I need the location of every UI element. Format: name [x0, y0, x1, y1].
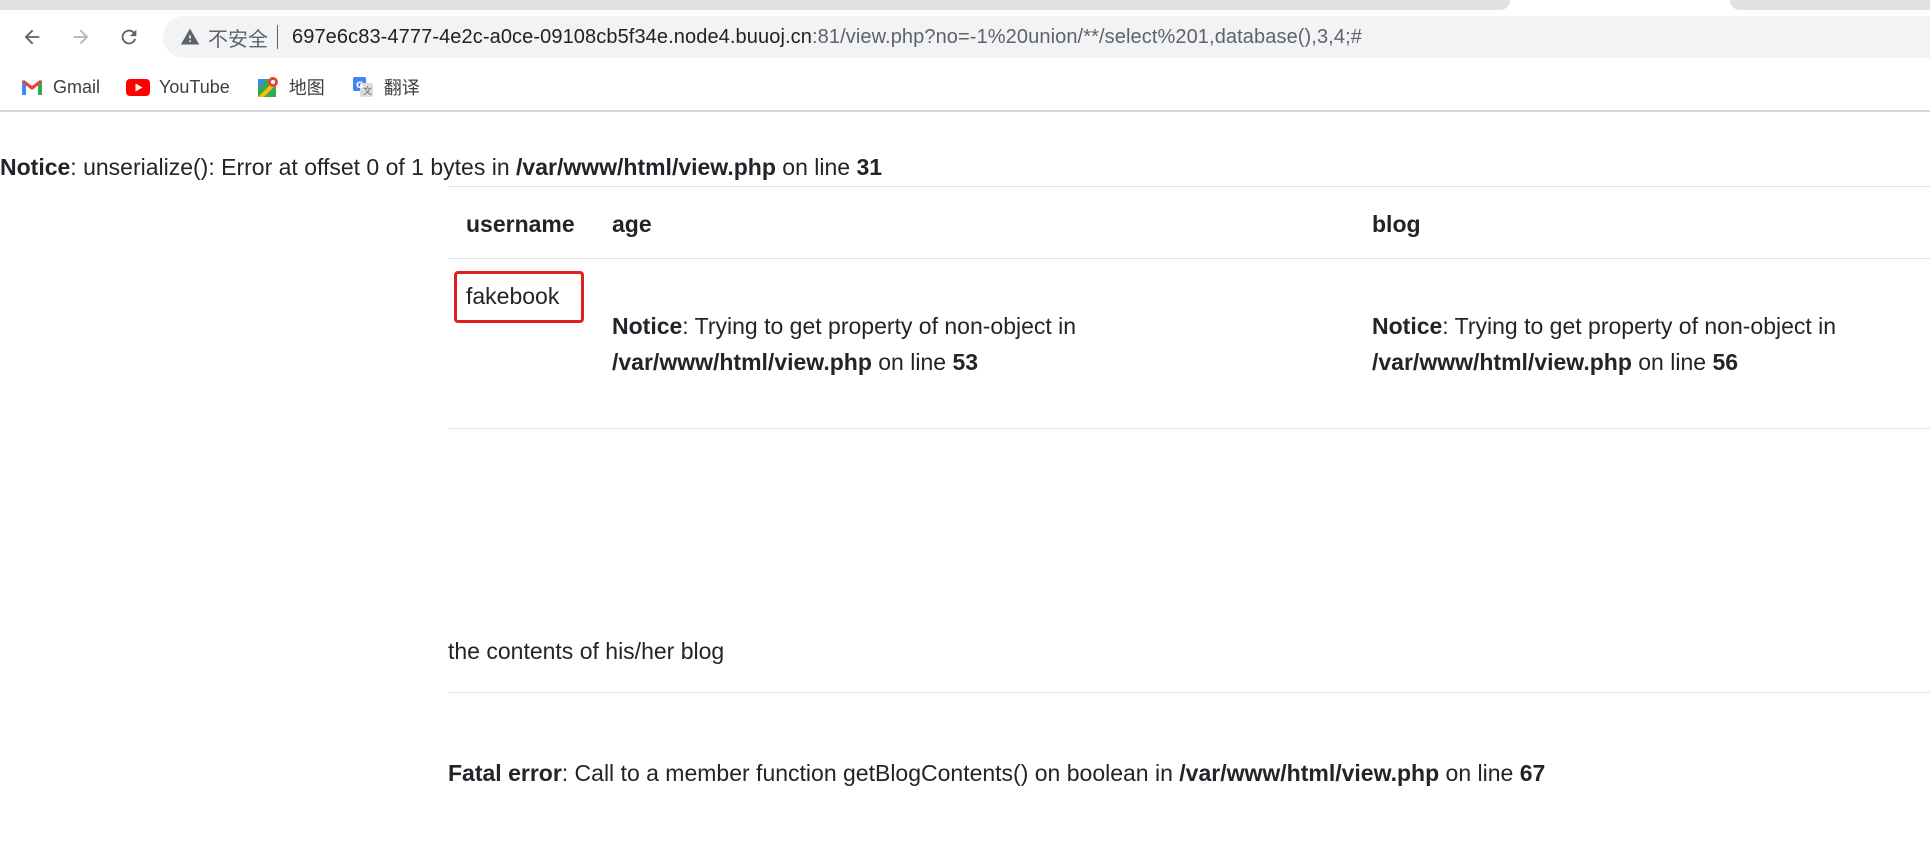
notice-message: : unserialize(): Error at offset 0 of 1 … [70, 154, 517, 180]
browser-toolbar: 不安全 697e6c83-4777-4e2c-a0ce-09108cb5f34e… [0, 10, 1930, 64]
fatal-line: 67 [1519, 760, 1546, 786]
arrow-right-icon [73, 29, 89, 45]
address-bar[interactable]: 不安全 697e6c83-4777-4e2c-a0ce-09108cb5f34e… [163, 16, 1930, 58]
column-header-blog: blog [1372, 211, 1421, 237]
tab-strip [0, 0, 1930, 10]
active-tab-edge[interactable] [0, 0, 1510, 10]
table-top-border [448, 186, 1930, 187]
notice-label: Notice [612, 313, 683, 339]
fatal-path: /var/www/html/view.php [1179, 760, 1440, 786]
age-notice-line1: Notice: Trying to get property of non-ob… [612, 308, 1076, 344]
svg-text:文: 文 [363, 85, 372, 97]
bookmark-label: YouTube [159, 76, 230, 97]
notice-line: 31 [856, 154, 883, 180]
fatal-error: Fatal error: Call to a member function g… [448, 760, 1545, 787]
gmail-icon [20, 75, 44, 99]
notice-line: 53 [952, 349, 979, 375]
forward-button[interactable] [64, 20, 98, 54]
bookmark-label: Gmail [53, 76, 101, 97]
page-content: Notice: unserialize(): Error at offset 0… [0, 114, 1930, 860]
notice-unserialize: Notice: unserialize(): Error at offset 0… [0, 154, 882, 181]
blog-notice-line2: /var/www/html/view.php on line 56 [1372, 344, 1836, 380]
notice-path: /var/www/html/view.php [1372, 349, 1632, 375]
arrow-left-icon [24, 29, 40, 45]
bookmark-label: 翻译 [383, 78, 420, 98]
notice-line: 56 [1712, 349, 1739, 375]
notice-on-line: on line [775, 154, 857, 180]
bookmark-gmail[interactable]: Gmail [20, 75, 100, 99]
username-cell-highlighted: fakebook [454, 271, 584, 323]
bookmark-label: 地图 [288, 78, 325, 98]
reload-button[interactable] [112, 20, 146, 54]
maps-icon [256, 75, 280, 99]
bookmark-youtube[interactable]: YouTube [126, 75, 230, 99]
reload-icon [121, 29, 137, 45]
back-button[interactable] [15, 20, 49, 54]
age-cell: Notice: Trying to get property of non-ob… [612, 308, 1076, 380]
notice-label: Notice [0, 154, 71, 180]
username-value: fakebook [466, 283, 560, 309]
bookmark-maps[interactable]: 地图 [256, 74, 325, 100]
blog-divider [448, 692, 1930, 693]
youtube-icon [126, 75, 151, 99]
url-host: 697e6c83-4777-4e2c-a0ce-09108cb5f34e.nod… [292, 25, 812, 48]
translate-icon: G文 [351, 75, 375, 99]
fatal-message: : Call to a member function getBlogConte… [561, 760, 1180, 786]
row-bottom-border [448, 428, 1930, 429]
age-notice-line2: /var/www/html/view.php on line 53 [612, 344, 1076, 380]
bookmark-translate[interactable]: G文 翻译 [351, 74, 420, 100]
address-separator [277, 25, 278, 49]
security-label[interactable]: 不安全 [208, 23, 268, 52]
notice-path: /var/www/html/view.php [516, 154, 776, 180]
warning-triangle-icon[interactable] [180, 27, 200, 47]
notice-message: : Trying to get property of non-object i… [682, 313, 1077, 339]
header-bottom-border [448, 258, 1930, 259]
column-header-age: age [612, 211, 652, 237]
inactive-tab-edge[interactable] [1730, 0, 1930, 10]
url-text[interactable]: 697e6c83-4777-4e2c-a0ce-09108cb5f34e.nod… [292, 26, 1362, 49]
column-header-username: username [466, 211, 575, 237]
url-path: :81/view.php?no=-1%20union/**/select%201… [811, 25, 1362, 48]
notice-label: Notice [1372, 313, 1443, 339]
blog-cell: Notice: Trying to get property of non-ob… [1372, 308, 1836, 380]
fatal-label: Fatal error [448, 760, 562, 786]
blog-notice-line1: Notice: Trying to get property of non-ob… [1372, 308, 1836, 344]
notice-on-line: on line [871, 349, 953, 375]
notice-path: /var/www/html/view.php [612, 349, 872, 375]
fatal-on-line: on line [1439, 760, 1520, 786]
blog-contents-text: the contents of his/her blog [448, 638, 725, 664]
notice-message: : Trying to get property of non-object i… [1442, 313, 1837, 339]
notice-on-line: on line [1631, 349, 1713, 375]
bookmarks-bar: Gmail YouTube 地图 G文 翻译 [0, 64, 1930, 112]
